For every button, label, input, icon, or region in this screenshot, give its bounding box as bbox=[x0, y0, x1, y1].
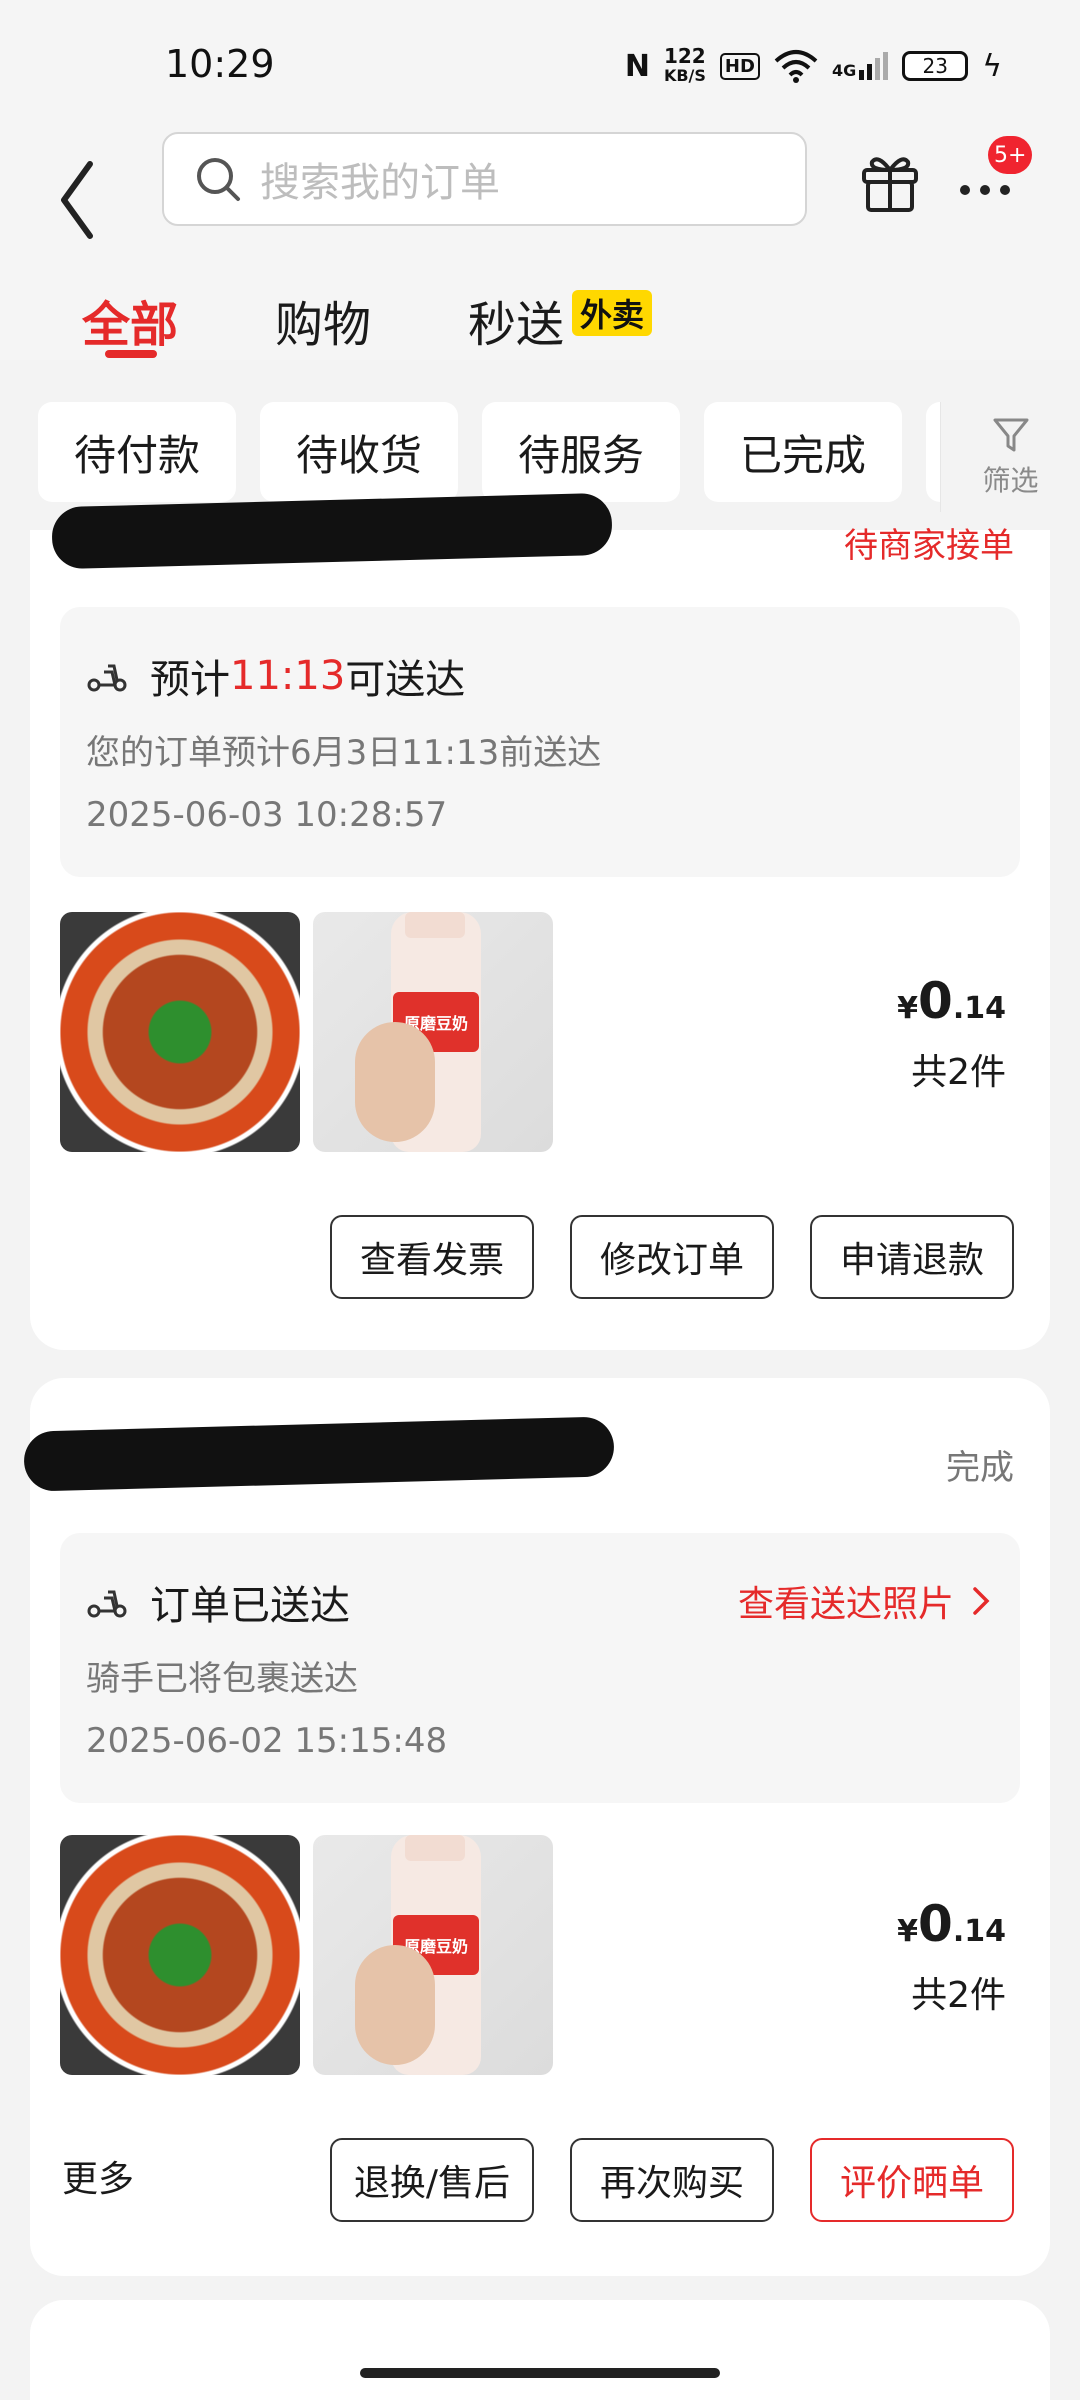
search-input[interactable]: 搜索我的订单 bbox=[162, 132, 807, 226]
buy-again-button[interactable]: 再次购买 bbox=[570, 2138, 774, 2222]
status-bar: 10:29 N 122 KB/S HD 4G 23 ϟ bbox=[0, 0, 1080, 130]
view-delivery-photo-link[interactable]: 查看送达照片 bbox=[738, 1575, 990, 1627]
more-options-link[interactable]: 更多 bbox=[62, 2150, 134, 2202]
redacted-store-name bbox=[23, 1416, 615, 1492]
filter-pending-receipt[interactable]: 待收货 bbox=[260, 402, 458, 502]
request-refund-button[interactable]: 申请退款 bbox=[810, 1215, 1014, 1299]
tab-express[interactable]: 秒送 bbox=[468, 285, 564, 355]
delivery-description: 骑手已将包裹送达 bbox=[86, 1659, 358, 1699]
back-button[interactable] bbox=[50, 150, 110, 250]
order-timestamp: 2025-06-02 15:15:48 bbox=[86, 1721, 448, 1761]
charging-icon: ϟ bbox=[982, 48, 1002, 84]
item-count: 共2件 bbox=[911, 1975, 1006, 2016]
order-price: ¥ 0 .14 bbox=[897, 972, 1006, 1030]
filter-pending-payment[interactable]: 待付款 bbox=[38, 402, 236, 502]
view-invoice-button[interactable]: 查看发票 bbox=[330, 1215, 534, 1299]
product-thumbnail-soymilk[interactable]: 原磨豆奶 bbox=[313, 912, 553, 1152]
scooter-icon bbox=[87, 664, 127, 692]
signal-icon: 4G bbox=[831, 52, 889, 80]
battery-icon: 23 bbox=[902, 51, 969, 81]
photo-link-label: 查看送达照片 bbox=[737, 1584, 954, 1625]
status-icons: N 122 KB/S HD 4G 23 ϟ bbox=[625, 46, 1002, 86]
search-icon bbox=[197, 158, 240, 201]
redacted-store-name bbox=[51, 492, 613, 570]
delivery-description: 您的订单预计6月3日11:13前送达 bbox=[86, 733, 602, 773]
gift-icon[interactable] bbox=[858, 150, 922, 214]
order-price: ¥ 0 .14 bbox=[897, 1895, 1006, 1953]
eta-time: 11:13 bbox=[230, 653, 346, 699]
review-button[interactable]: 评价晒单 bbox=[810, 2138, 1014, 2222]
hd-icon: HD bbox=[719, 52, 760, 80]
net-speed: 122 KB/S bbox=[664, 46, 706, 86]
product-thumbnail-soymilk[interactable]: 原磨豆奶 bbox=[313, 1835, 553, 2075]
net-speed-value: 122 bbox=[663, 44, 706, 68]
order-card[interactable]: 待商家接单 预计 11:13 可送达 您的订单预计6月3日11:13前送达 20… bbox=[30, 492, 1050, 1350]
notification-badge: 5+ bbox=[988, 136, 1033, 174]
search-placeholder: 搜索我的订单 bbox=[260, 160, 500, 206]
return-after-sales-button[interactable]: 退换/售后 bbox=[330, 2138, 534, 2222]
scooter-icon bbox=[87, 1590, 127, 1618]
network-type: 4G bbox=[831, 61, 857, 80]
filter-button[interactable]: 筛选 bbox=[940, 402, 1080, 512]
product-thumbnail-noodles[interactable] bbox=[60, 912, 300, 1152]
order-timestamp: 2025-06-03 10:28:57 bbox=[86, 795, 448, 835]
filter-completed[interactable]: 已完成 bbox=[704, 402, 902, 502]
modify-order-button[interactable]: 修改订单 bbox=[570, 1215, 774, 1299]
product-thumbnail-noodles[interactable] bbox=[60, 1835, 300, 2075]
home-indicator[interactable] bbox=[360, 2368, 720, 2378]
tab-all[interactable]: 全部 bbox=[82, 285, 178, 355]
order-status: 完成 bbox=[946, 1448, 1014, 1488]
delivery-eta: 预计 11:13 可送达 bbox=[86, 647, 465, 705]
net-speed-unit: KB/S bbox=[663, 66, 706, 85]
header: 搜索我的订单 5+ 全部 购物 秒送 外卖 bbox=[0, 130, 1080, 360]
delivery-info[interactable]: 预计 11:13 可送达 您的订单预计6月3日11:13前送达 2025-06-… bbox=[60, 607, 1020, 877]
eta-prefix: 预计 bbox=[150, 657, 230, 703]
filter-more-chip bbox=[926, 402, 940, 502]
tab-shopping[interactable]: 购物 bbox=[275, 285, 371, 355]
order-card-partial[interactable] bbox=[30, 2300, 1050, 2400]
active-tab-indicator bbox=[105, 350, 157, 358]
delivery-info[interactable]: 订单已送达 查看送达照片 骑手已将包裹送达 2025-06-02 15:15:4… bbox=[60, 1533, 1020, 1803]
status-time: 10:29 bbox=[165, 42, 275, 86]
delivered-title: 订单已送达 bbox=[86, 1573, 350, 1631]
filter-pending-service[interactable]: 待服务 bbox=[482, 402, 680, 502]
order-card[interactable]: 完成 订单已送达 查看送达照片 骑手已将包裹送达 2025-06-02 15:1… bbox=[23, 1378, 1050, 2276]
wifi-icon bbox=[774, 50, 818, 83]
item-count: 共2件 bbox=[911, 1052, 1006, 1093]
takeout-badge: 外卖 bbox=[572, 290, 653, 336]
nfc-icon: N bbox=[624, 48, 650, 84]
order-tabs: 全部 购物 秒送 bbox=[0, 285, 1080, 355]
order-status: 待商家接单 bbox=[844, 526, 1014, 566]
delivered-text: 订单已送达 bbox=[150, 1583, 350, 1629]
filter-label: 筛选 bbox=[982, 464, 1039, 497]
chevron-right-icon bbox=[973, 1587, 990, 1615]
funnel-icon bbox=[993, 418, 1028, 452]
eta-suffix: 可送达 bbox=[345, 657, 466, 703]
